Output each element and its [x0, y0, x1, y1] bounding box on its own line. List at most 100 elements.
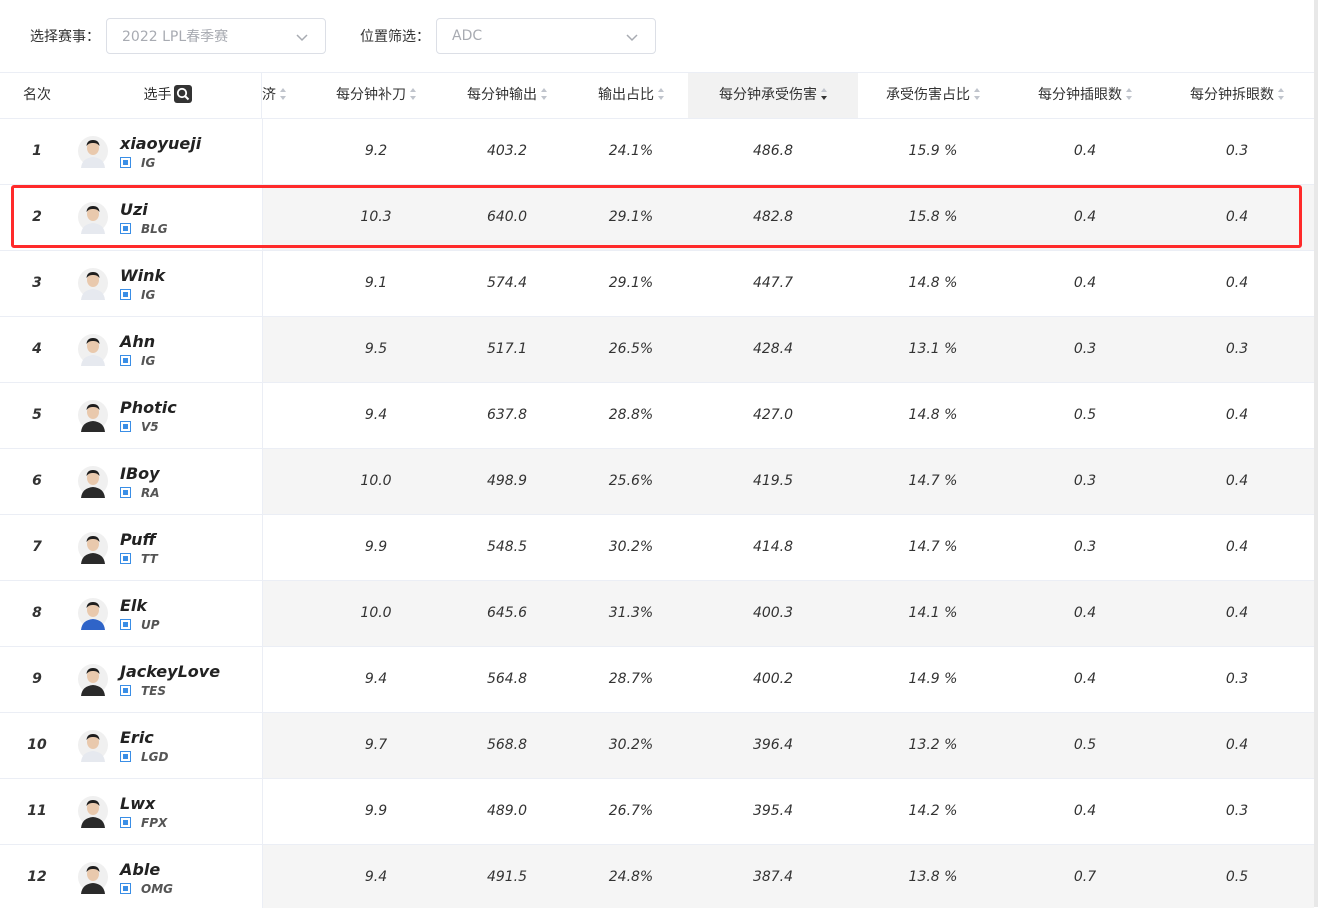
table-row[interactable]: 9.2 403.2 24.1% 486.8 15.9 % 0.4 0.3 1 x…: [0, 119, 1314, 185]
team-info: FPX: [120, 816, 167, 830]
player-avatar[interactable]: [78, 334, 108, 366]
player-cell[interactable]: 5 Photic V5: [0, 383, 263, 448]
player-avatar[interactable]: [78, 598, 108, 630]
dmg-share-value: 29.1%: [608, 209, 654, 225]
cs-per-min-value: 9.4: [364, 869, 388, 885]
player-cell[interactable]: 8 Elk UP: [0, 581, 263, 646]
player-avatar[interactable]: [78, 400, 108, 432]
player-name[interactable]: JackeyLove: [120, 662, 220, 682]
player-avatar[interactable]: [78, 202, 108, 234]
taken-per-min-value: 428.4: [752, 341, 794, 357]
table-row[interactable]: 5 9.1 574.4 29.1% 447.7 14.8 % 0.4 0.4 3…: [0, 251, 1314, 317]
table-row[interactable]: 0 9.4 491.5 24.8% 387.4 13.8 % 0.7 0.5 1…: [0, 845, 1314, 908]
sort-icon[interactable]: [1126, 88, 1132, 100]
player-avatar[interactable]: [78, 796, 108, 828]
cs-per-min-value: 10.3: [360, 209, 392, 225]
player-name[interactable]: Puff: [120, 530, 156, 550]
rank-value: 1: [32, 143, 42, 159]
team-name: OMG: [141, 882, 173, 896]
sort-icon[interactable]: [410, 88, 416, 100]
table-row[interactable]: 1 10.0 498.9 25.6% 419.5 14.7 % 0.3 0.4 …: [0, 449, 1314, 515]
col-dmg-share[interactable]: 输出占比: [574, 73, 688, 118]
dmg-per-min-value: 640.0: [486, 209, 528, 225]
sort-desc-icon[interactable]: [821, 88, 827, 100]
sort-icon[interactable]: [280, 88, 286, 100]
team-info: TES: [120, 684, 166, 698]
team-info: IG: [120, 288, 155, 302]
player-name[interactable]: Elk: [120, 596, 147, 616]
col-cs-per-min[interactable]: 每分钟补刀: [316, 73, 436, 118]
dmg-per-min-value: 574.4: [486, 275, 528, 291]
player-avatar[interactable]: [78, 664, 108, 696]
player-cell[interactable]: 10 Eric LGD: [0, 713, 263, 778]
player-avatar[interactable]: [78, 862, 108, 894]
taken-per-min-value: 419.5: [752, 473, 794, 489]
taken-per-min-value: 400.2: [752, 671, 794, 687]
table-row[interactable]: 2 9.9 548.5 30.2% 414.8 14.7 % 0.3 0.4 7…: [0, 515, 1314, 581]
sort-icon[interactable]: [658, 88, 664, 100]
player-avatar[interactable]: [78, 730, 108, 762]
player-avatar[interactable]: [78, 532, 108, 564]
player-cell[interactable]: 11 Lwx FPX: [0, 779, 263, 844]
player-cell[interactable]: 1 xiaoyueji IG: [0, 119, 263, 184]
table-row[interactable]: 2 9.5 517.1 26.5% 428.4 13.1 % 0.3 0.3 4…: [0, 317, 1314, 383]
table-row[interactable]: 5 10.3 640.0 29.1% 482.8 15.8 % 0.4 0.4 …: [0, 185, 1314, 251]
player-cell[interactable]: 3 Wink IG: [0, 251, 263, 316]
sort-icon[interactable]: [541, 88, 547, 100]
wards-placed-value: 0.4: [1073, 605, 1097, 621]
player-name[interactable]: Eric: [120, 728, 154, 748]
event-select[interactable]: 2022 LPL春季赛: [106, 18, 326, 54]
player-name[interactable]: Lwx: [120, 794, 155, 814]
player-cell[interactable]: 7 Puff TT: [0, 515, 263, 580]
search-icon[interactable]: [173, 85, 192, 103]
team-name: IG: [141, 354, 156, 368]
wards-placed-value: 0.4: [1073, 803, 1097, 819]
rank-value: 7: [32, 539, 42, 555]
wards-placed-value: 0.4: [1073, 275, 1097, 291]
col-taken-per-min[interactable]: 每分钟承受伤害: [688, 73, 858, 118]
player-name[interactable]: IBoy: [120, 464, 160, 484]
col-wards-cleared[interactable]: 每分钟拆眼数: [1162, 73, 1312, 118]
team-logo-icon: [120, 421, 131, 432]
dmg-per-min-value: 498.9: [486, 473, 528, 489]
taken-per-min-value: 414.8: [752, 539, 794, 555]
table-row[interactable]: 9.4 564.8 28.7% 400.2 14.9 % 0.4 0.3 9 J…: [0, 647, 1314, 713]
player-cell[interactable]: 9 JackeyLove TES: [0, 647, 263, 712]
dmg-per-min-value: 645.6: [486, 605, 528, 621]
taken-share-value: 14.9 %: [908, 671, 958, 687]
team-logo-icon: [120, 289, 131, 300]
player-name[interactable]: Uzi: [120, 200, 148, 220]
dmg-share-value: 25.6%: [608, 473, 654, 489]
player-cell[interactable]: 12 Able OMG: [0, 845, 263, 908]
player-name[interactable]: Able: [120, 860, 160, 880]
table-row[interactable]: 0 9.4 637.8 28.8% 427.0 14.8 % 0.5 0.4 5…: [0, 383, 1314, 449]
player-name[interactable]: xiaoyueji: [120, 134, 201, 154]
player-name[interactable]: Wink: [120, 266, 165, 286]
team-name: LGD: [141, 750, 169, 764]
sort-icon[interactable]: [1278, 88, 1284, 100]
player-cell[interactable]: 6 IBoy RA: [0, 449, 263, 514]
player-name[interactable]: Ahn: [120, 332, 155, 352]
team-logo-icon: [120, 487, 131, 498]
player-avatar[interactable]: [78, 268, 108, 300]
col-dmg-per-min[interactable]: 每分钟输出: [446, 73, 568, 118]
dmg-share-value: 26.7%: [608, 803, 654, 819]
table-row[interactable]: 3 10.0 645.6 31.3% 400.3 14.1 % 0.4 0.4 …: [0, 581, 1314, 647]
scrollbar[interactable]: [1314, 0, 1318, 907]
position-select[interactable]: ADC: [436, 18, 656, 54]
col-economy[interactable]: 济: [262, 73, 294, 118]
wards-cleared-value: 0.3: [1225, 671, 1249, 687]
table-row[interactable]: 7 9.7 568.8 30.2% 396.4 13.2 % 0.5 0.4 1…: [0, 713, 1314, 779]
player-name[interactable]: Photic: [120, 398, 177, 418]
sort-icon[interactable]: [974, 88, 980, 100]
col-wards-placed[interactable]: 每分钟插眼数: [1010, 73, 1160, 118]
wards-placed-value: 0.5: [1073, 737, 1097, 753]
player-avatar[interactable]: [78, 136, 108, 168]
col-taken-share[interactable]: 承受伤害占比: [858, 73, 1008, 118]
col-player[interactable]: 选手: [74, 73, 262, 118]
player-cell[interactable]: 2 Uzi BLG: [0, 185, 263, 250]
player-cell[interactable]: 4 Ahn IG: [0, 317, 263, 382]
player-avatar[interactable]: [78, 466, 108, 498]
table-row[interactable]: 9.9 489.0 26.7% 395.4 14.2 % 0.4 0.3 11 …: [0, 779, 1314, 845]
team-info: IG: [120, 156, 155, 170]
